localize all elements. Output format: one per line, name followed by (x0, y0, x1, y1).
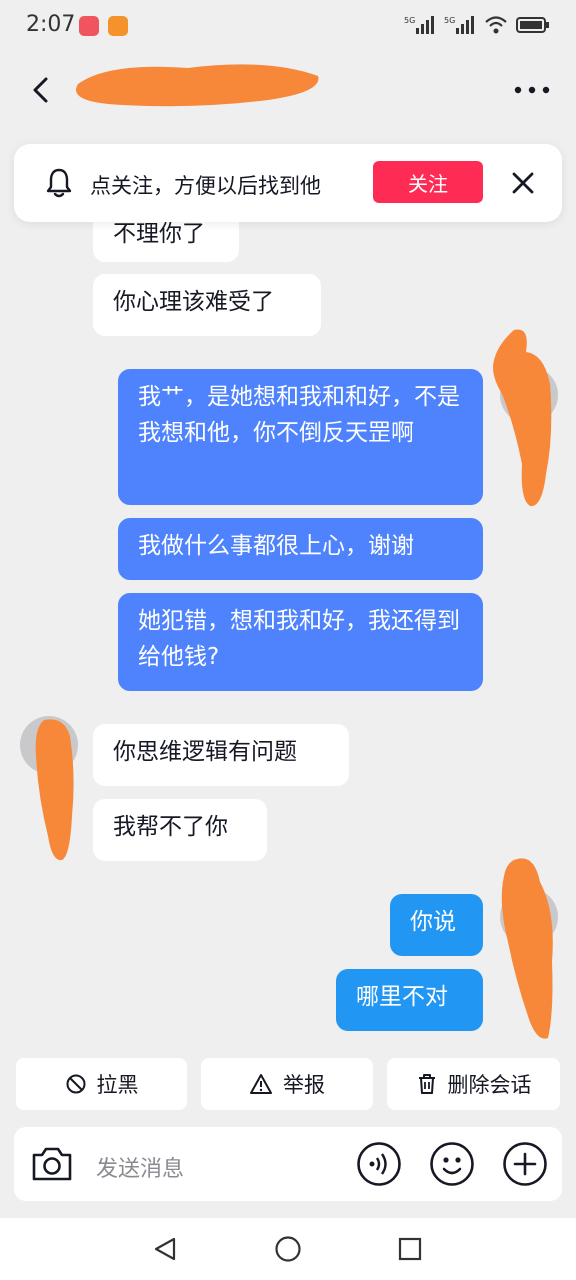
message-input-bar: 发送消息 (14, 1127, 562, 1201)
wifi-icon (485, 16, 507, 34)
message-bubble-outgoing: 我艹，是她想和我和和好，不是我想和他，你不倒反天罡啊 (118, 369, 483, 505)
block-label: 拉黑 (96, 1073, 139, 1097)
battery-icon (516, 17, 549, 33)
emoji-icon[interactable] (429, 1141, 475, 1187)
avatar[interactable] (500, 888, 558, 946)
message-bubble-outgoing: 我做什么事都很上心，谢谢 (118, 518, 483, 580)
nav-back-icon[interactable] (152, 1236, 178, 1262)
message-text: 她犯错，想和我和好，我还得到给他钱? (138, 608, 460, 670)
message-text: 你说 (410, 909, 456, 935)
message-text: 我艹，是她想和我和和好，不是我想和他，你不倒反天罡啊 (138, 384, 460, 446)
trash-icon (418, 1074, 435, 1094)
nav-home-icon[interactable] (274, 1235, 302, 1263)
follow-prompt-text: 点关注，方便以后找到他 (90, 174, 321, 198)
more-icon[interactable] (512, 80, 552, 100)
camera-icon[interactable] (30, 1143, 74, 1185)
message-text: 哪里不对 (356, 984, 448, 1010)
warning-icon (250, 1074, 272, 1094)
status-indicators: 5G 5G (404, 14, 550, 36)
svg-text:5G: 5G (444, 16, 455, 25)
chat-header (0, 54, 576, 128)
system-navigation-bar (0, 1218, 576, 1280)
bell-icon (46, 168, 72, 198)
follow-banner: 点关注，方便以后找到他 关注 (14, 144, 562, 222)
message-bubble-outgoing: 哪里不对 (336, 969, 483, 1031)
notification-app-icon (108, 16, 128, 36)
delete-conversation-button[interactable]: 删除会话 (387, 1058, 560, 1110)
nav-recents-icon[interactable] (397, 1236, 423, 1262)
message-bubble-outgoing: 她犯错，想和我和好，我还得到给他钱? (118, 593, 483, 691)
message-text: 我帮不了你 (113, 814, 228, 840)
redacted-contact-name (76, 64, 319, 107)
status-bar: 2:07 5G 5G (0, 0, 576, 54)
delete-label: 删除会话 (447, 1073, 532, 1097)
block-icon (66, 1074, 85, 1094)
message-bubble-outgoing: 你说 (390, 894, 483, 956)
avatar[interactable] (500, 366, 558, 424)
message-input[interactable]: 发送消息 (96, 1151, 184, 1183)
redaction-mark (501, 858, 553, 1039)
signal-icon: 5G (404, 16, 434, 34)
message-text: 你思维逻辑有问题 (113, 739, 297, 765)
report-button[interactable]: 举报 (201, 1058, 373, 1110)
message-text: 你心理该难受了 (113, 289, 274, 315)
follow-button[interactable]: 关注 (373, 161, 483, 203)
status-time: 2:07 (26, 12, 76, 37)
avatar[interactable] (20, 716, 78, 774)
message-bubble-incoming: 我帮不了你 (93, 799, 267, 861)
block-button[interactable]: 拉黑 (16, 1058, 187, 1110)
chevron-left-icon[interactable] (26, 74, 58, 106)
message-text: 我做什么事都很上心，谢谢 (138, 533, 414, 559)
plus-icon[interactable] (502, 1141, 548, 1187)
signal-icon: 5G (444, 16, 474, 34)
report-label: 举报 (283, 1073, 325, 1097)
close-icon[interactable] (510, 170, 536, 196)
voice-icon[interactable] (356, 1141, 402, 1187)
shopping-app-icon (79, 16, 99, 36)
message-bubble-incoming: 你心理该难受了 (93, 274, 321, 336)
svg-text:5G: 5G (404, 16, 415, 25)
message-bubble-incoming: 你思维逻辑有问题 (93, 724, 349, 786)
message-text: 不理你了 (113, 221, 205, 247)
